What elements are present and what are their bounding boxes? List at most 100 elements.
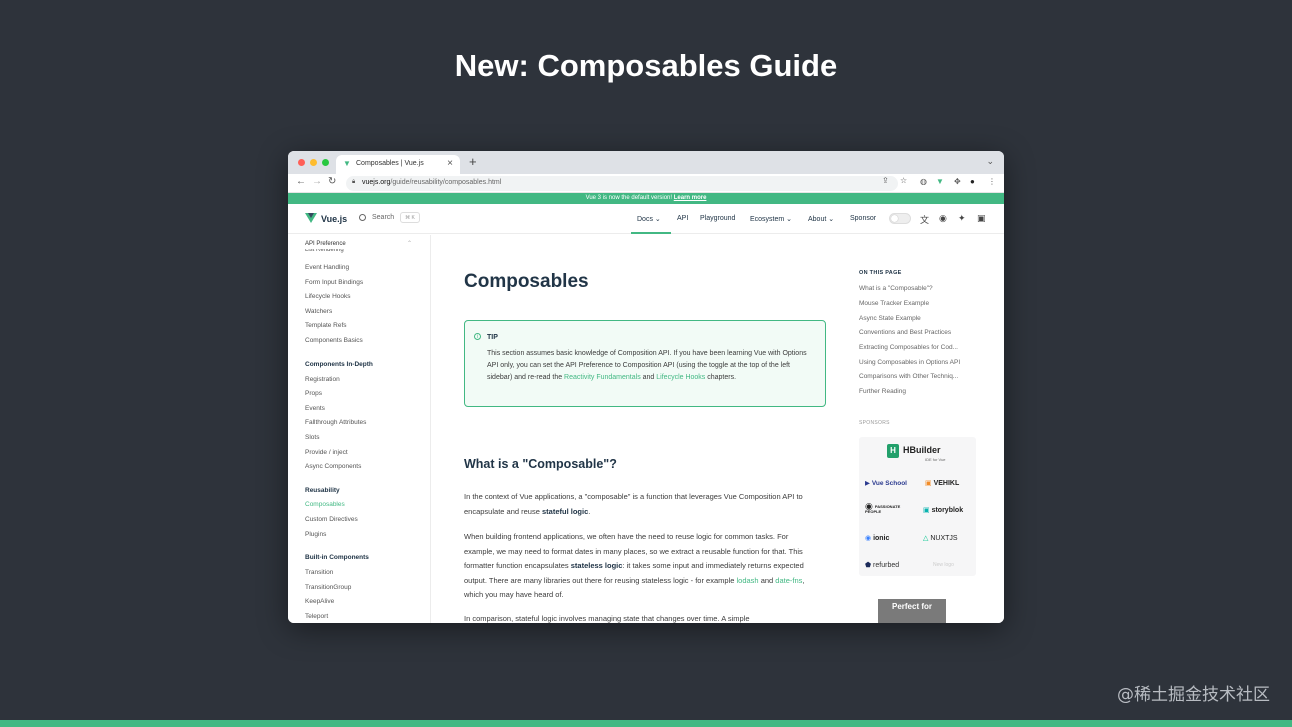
sidebar-item-transitiongroup[interactable]: TransitionGroup <box>305 584 351 591</box>
hbuilder-logo-icon[interactable]: H <box>887 444 899 458</box>
toc-item[interactable]: What is a "Composable"? <box>859 285 933 292</box>
nav-about[interactable]: About ⌄ <box>808 215 834 223</box>
api-preference-label[interactable]: API Preference <box>305 241 346 247</box>
toc-item[interactable]: Mouse Tracker Example <box>859 300 929 307</box>
back-icon[interactable]: ← <box>296 176 306 187</box>
site-header: Vue.js Search ⌘ K Docs ⌄ API Playground … <box>288 204 1004 234</box>
reload-icon[interactable]: ↻ <box>328 176 336 187</box>
lodash-link[interactable]: lodash <box>737 576 759 585</box>
minimize-window-button[interactable] <box>310 159 317 166</box>
sidebar-item-events[interactable]: Events <box>305 405 325 412</box>
sidebar-item-custom-directives[interactable]: Custom Directives <box>305 516 358 523</box>
sidebar-item-registration[interactable]: Registration <box>305 376 340 383</box>
vue-devtools-icon[interactable]: ▼ <box>936 177 944 186</box>
sponsor-new-logo[interactable]: New logo <box>933 562 954 568</box>
extension-icon[interactable]: ◍ <box>920 177 927 186</box>
sidebar-item-props[interactable]: Props <box>305 390 322 397</box>
carbon-ad[interactable]: Perfect for <box>878 599 946 623</box>
sponsor-storyblok[interactable]: ▣ storyblok <box>923 506 963 514</box>
sidebar-item-plugins[interactable]: Plugins <box>305 531 326 538</box>
sidebar-item-teleport[interactable]: Teleport <box>305 613 328 620</box>
sidebar-item-event-handling[interactable]: Event Handling <box>305 264 349 271</box>
reactivity-fundamentals-link[interactable]: Reactivity Fundamentals <box>564 374 641 381</box>
sidebar-item-fallthrough-attributes[interactable]: Fallthrough Attributes <box>305 419 366 426</box>
nav-api[interactable]: API <box>677 215 688 222</box>
more-menu-icon[interactable]: ⋮ <box>988 177 996 186</box>
sidebar-section-reusability: Reusability <box>305 487 340 494</box>
sponsor-passionate-people[interactable]: ◉ PASSIONATE PEOPLE <box>865 502 915 515</box>
sidebar-section-components-in-depth: Components In-Depth <box>305 361 373 368</box>
slide-title: New: Composables Guide <box>454 48 838 83</box>
dark-mode-toggle[interactable] <box>889 213 911 224</box>
puzzle-icon[interactable]: ✥ <box>954 177 961 186</box>
paragraph-2: When building frontend applications, we … <box>464 532 805 599</box>
profile-icon[interactable]: ● <box>970 177 975 186</box>
toc-item[interactable]: Using Composables in Options API <box>859 359 960 366</box>
sidebar-item-form-input-bindings[interactable]: Form Input Bindings <box>305 279 363 286</box>
nav-ecosystem[interactable]: Ecosystem ⌄ <box>750 215 792 223</box>
sidebar-item-transition[interactable]: Transition <box>305 569 333 576</box>
search-icon[interactable] <box>359 214 366 221</box>
share-icon[interactable]: ⇪ <box>882 176 889 185</box>
sidebar-item-list-rendering[interactable]: List Rendering <box>305 249 344 254</box>
sidebar-section-built-in-components: Built-in Components <box>305 554 369 561</box>
forward-icon[interactable]: → <box>312 176 322 187</box>
sponsors-grid: H HBuilder IDE for Vue ▶ Vue School ▣ VE… <box>859 437 976 576</box>
nav-docs[interactable]: Docs ⌄ <box>637 215 661 223</box>
tab-bar: ▼ Composables | Vue.js × + ⌄ <box>288 151 1004 174</box>
sidebar-item-provide-inject[interactable]: Provide / inject <box>305 449 348 456</box>
toc-item[interactable]: Extracting Composables for Cod... <box>859 344 958 351</box>
tip-label: TIP <box>487 334 498 341</box>
nav-sponsor[interactable]: Sponsor <box>850 215 876 222</box>
sponsor-nuxtjs[interactable]: △ NUXTJS <box>923 534 958 542</box>
right-aside: ON THIS PAGE What is a "Composable"? Mou… <box>852 235 1004 623</box>
tip-text: This section assumes basic knowledge of … <box>487 350 807 381</box>
page-title: Composables <box>464 271 589 292</box>
tab-close-icon[interactable]: × <box>447 158 453 169</box>
sidebar-item-keepalive[interactable]: KeepAlive <box>305 598 334 605</box>
close-window-button[interactable] <box>298 159 305 166</box>
sponsor-vehikl[interactable]: ▣ VEHIKL <box>925 479 959 487</box>
sponsor-refurbed[interactable]: ⬟ refurbed <box>865 561 899 569</box>
site-logo-text[interactable]: Vue.js <box>321 214 347 224</box>
vue-favicon-icon: ▼ <box>343 159 351 168</box>
address-bar[interactable]: 🔒︎ vuejs.org/guide/reusability/composabl… <box>346 176 898 191</box>
lifecycle-hooks-link[interactable]: Lifecycle Hooks <box>656 374 705 381</box>
nav-playground[interactable]: Playground <box>700 215 735 222</box>
sidebar-item-composables[interactable]: Composables <box>305 501 345 508</box>
bookmark-star-icon[interactable]: ☆ <box>900 176 907 185</box>
toc-item[interactable]: Further Reading <box>859 388 906 395</box>
chevron-down-icon[interactable]: ⌄ <box>986 156 994 167</box>
github-icon[interactable]: ◉ <box>939 213 947 224</box>
translate-icon[interactable]: 文 <box>920 213 929 226</box>
chevron-up-icon[interactable]: ⌃ <box>407 240 412 247</box>
browser-tab[interactable]: ▼ Composables | Vue.js × <box>336 155 460 174</box>
banner-learn-more-link[interactable]: Learn more <box>674 195 707 201</box>
sidebar-item-components-basics[interactable]: Components Basics <box>305 337 363 344</box>
twitter-icon[interactable]: ✦ <box>958 213 966 224</box>
toc-item[interactable]: Comparisons with Other Techniq... <box>859 373 958 380</box>
section-heading-what-is-composable: What is a "Composable"? <box>464 457 617 471</box>
toc-item[interactable]: Conventions and Best Practices <box>859 329 951 336</box>
sponsor-hbuilder[interactable]: HBuilder <box>903 445 941 455</box>
paragraph-1: In the context of Vue applications, a "c… <box>464 492 803 516</box>
toc-item[interactable]: Async State Example <box>859 315 921 322</box>
sidebar-item-slots[interactable]: Slots <box>305 434 319 441</box>
maximize-window-button[interactable] <box>322 159 329 166</box>
date-fns-link[interactable]: date-fns <box>775 576 802 585</box>
search-button[interactable]: Search <box>372 214 394 221</box>
sidebar-item-async-components[interactable]: Async Components <box>305 463 361 470</box>
discord-icon[interactable]: ▣ <box>977 213 986 224</box>
active-nav-indicator <box>631 232 671 234</box>
new-tab-icon[interactable]: + <box>469 154 477 169</box>
sidebar-item-template-refs[interactable]: Template Refs <box>305 322 347 329</box>
watermark: @稀土掘金技术社区 <box>1117 685 1270 705</box>
sidebar-item-watchers[interactable]: Watchers <box>305 308 332 315</box>
browser-toolbar: ← → ↻ 🔒︎ vuejs.org/guide/reusability/com… <box>288 174 1004 193</box>
sidebar-item-lifecycle-hooks[interactable]: Lifecycle Hooks <box>305 293 351 300</box>
lock-icon: 🔒︎ <box>352 179 356 185</box>
sponsor-ionic[interactable]: ◉ ionic <box>865 534 889 542</box>
sponsor-vueschool[interactable]: ▶ Vue School <box>865 479 907 487</box>
search-shortcut: ⌘ K <box>400 212 420 223</box>
vue-logo-icon[interactable] <box>305 213 317 223</box>
